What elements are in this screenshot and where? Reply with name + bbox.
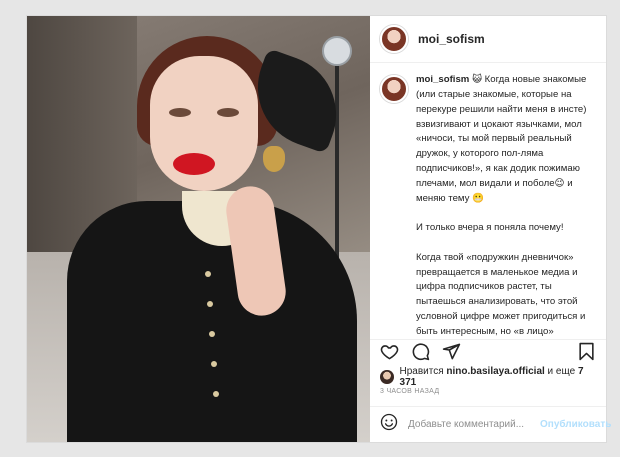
dress-button — [211, 361, 217, 367]
eye — [217, 108, 239, 117]
post-card: moi_sofism moi_sofism 😺 Когда новые знак… — [26, 15, 611, 443]
caption: moi_sofism 😺 Когда новые знакомые (или с… — [370, 63, 606, 341]
eye — [169, 108, 191, 117]
caption-paragraph-3: Когда твой «подружкин дневничок» превращ… — [416, 251, 586, 337]
lamp — [322, 36, 352, 66]
post-sidebar: moi_sofism moi_sofism 😺 Когда новые знак… — [370, 16, 611, 442]
emoji-icon[interactable] — [380, 413, 398, 436]
publish-button[interactable]: Опубликовать — [540, 419, 611, 430]
action-bar — [370, 340, 606, 368]
comment-box: Опубликовать — [370, 405, 611, 442]
username-link[interactable]: moi_sofism — [418, 32, 485, 46]
liker-username[interactable]: nino.basilaya.official — [446, 366, 544, 377]
dress-button — [209, 331, 215, 337]
comment-icon[interactable] — [411, 342, 430, 366]
likes-middle: и еще — [544, 365, 578, 377]
likes-prefix: Нравится — [399, 365, 447, 377]
dress-button — [207, 301, 213, 307]
caption-text: moi_sofism 😺 Когда новые знакомые (или с… — [416, 73, 596, 339]
heart-icon[interactable] — [380, 342, 399, 366]
earring — [263, 146, 285, 172]
bookmark-icon[interactable] — [577, 342, 596, 366]
share-icon[interactable] — [442, 342, 461, 366]
caption-avatar[interactable] — [380, 75, 408, 104]
dress-button — [213, 391, 219, 397]
post-photo[interactable] — [27, 16, 370, 442]
comment-input[interactable] — [408, 418, 540, 430]
likes-line: Нравится nino.basilaya.official и еще 7 … — [370, 365, 606, 388]
post-timestamp[interactable]: 3 ЧАСОВ НАЗАД — [370, 386, 606, 406]
caption-paragraph-2: И только вчера я поняла почему! — [416, 222, 564, 234]
dress-button — [205, 271, 211, 277]
lips — [173, 153, 215, 175]
caption-paragraph-1: 😺 Когда новые знакомые (или старые знако… — [416, 74, 587, 204]
caption-username[interactable]: moi_sofism — [416, 74, 469, 85]
liker-avatar[interactable] — [380, 369, 394, 384]
post-header: moi_sofism — [370, 16, 606, 64]
avatar[interactable] — [380, 25, 408, 54]
